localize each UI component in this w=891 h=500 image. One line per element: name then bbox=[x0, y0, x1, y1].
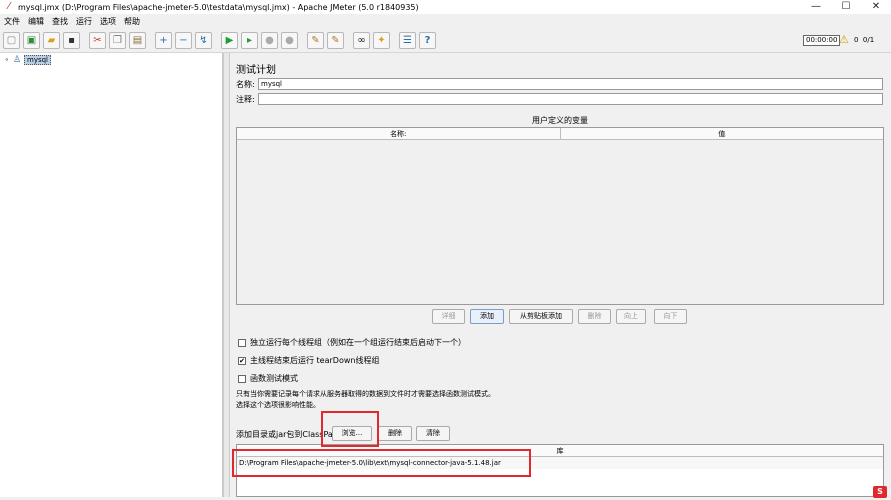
serialize-label: 独立运行每个线程组（例如在一个组运行结束后启动下一个） bbox=[250, 338, 466, 347]
test-plan-panel: 测试计划 名称: mysql 注释: 用户定义的变量 名称: 值 详细 添加 从… bbox=[230, 53, 891, 497]
window-controls: — ☐ ✕ bbox=[801, 0, 891, 14]
warning-icon[interactable]: ⚠ bbox=[839, 33, 849, 46]
pane-splitter[interactable] bbox=[223, 53, 230, 497]
jar-highlight-box bbox=[232, 449, 531, 477]
add-button[interactable]: 添加 bbox=[470, 309, 504, 324]
save-icon[interactable]: ▪ bbox=[63, 32, 80, 49]
toggle-icon[interactable]: ↯ bbox=[195, 32, 212, 49]
tree-node-root[interactable]: ⚬ ♙ mysql bbox=[4, 55, 51, 65]
col-value-header[interactable]: 值 bbox=[561, 128, 884, 139]
menu-bar: 文件 编辑 查找 运行 选项 帮助 bbox=[0, 14, 891, 29]
tree-expander-icon[interactable]: ⚬ bbox=[4, 56, 13, 64]
functional-note-1: 只有当你需要记录每个请求从服务器取得的数据到文件时才需要选择函数测试模式。 bbox=[236, 390, 495, 398]
minimize-button[interactable]: — bbox=[801, 0, 831, 14]
detail-button[interactable]: 详细 bbox=[432, 309, 465, 324]
functional-mode-checkbox[interactable] bbox=[238, 374, 246, 383]
close-button[interactable]: ✕ bbox=[861, 0, 891, 14]
new-icon[interactable]: ▢ bbox=[3, 32, 20, 49]
serialize-option[interactable]: 独立运行每个线程组（例如在一个组运行结束后启动下一个） bbox=[238, 337, 466, 348]
serialize-checkbox[interactable] bbox=[238, 338, 246, 347]
menu-help[interactable]: 帮助 bbox=[124, 16, 140, 27]
elapsed-timer: 00:00:00 bbox=[803, 35, 841, 46]
cut-icon[interactable]: ✂ bbox=[89, 32, 106, 49]
start-no-pause-icon[interactable]: ▸ bbox=[241, 32, 258, 49]
start-icon[interactable]: ▶ bbox=[221, 32, 238, 49]
templates-icon[interactable]: ▣ bbox=[23, 32, 40, 49]
menu-options[interactable]: 选项 bbox=[100, 16, 116, 27]
function-helper-icon[interactable]: ☰ bbox=[399, 32, 416, 49]
user-vars-header: 名称: 值 bbox=[237, 128, 883, 140]
teardown-option[interactable]: ✔ 主线程结束后运行 tearDown线程组 bbox=[238, 355, 379, 366]
menu-search[interactable]: 查找 bbox=[52, 16, 68, 27]
page-title: 测试计划 bbox=[236, 65, 276, 76]
test-plan-icon: ♙ bbox=[13, 55, 22, 65]
add-from-clipboard-button[interactable]: 从剪贴板添加 bbox=[509, 309, 573, 324]
col-name-header[interactable]: 名称: bbox=[237, 128, 561, 139]
comment-input[interactable] bbox=[258, 93, 883, 105]
menu-run[interactable]: 运行 bbox=[76, 16, 92, 27]
name-label: 名称: bbox=[236, 79, 255, 89]
thread-count: 0/1 bbox=[862, 36, 875, 44]
copy-icon[interactable]: ❐ bbox=[109, 32, 126, 49]
down-button[interactable]: 向下 bbox=[654, 309, 687, 324]
maximize-button[interactable]: ☐ bbox=[831, 0, 861, 14]
search-icon[interactable]: ∞ bbox=[353, 32, 370, 49]
comment-label: 注释: bbox=[236, 94, 255, 104]
delete-button[interactable]: 删除 bbox=[578, 309, 611, 324]
error-count: 0 0/1 bbox=[854, 36, 874, 44]
shutdown-icon[interactable]: ● bbox=[281, 32, 298, 49]
title-bar: ⁄ mysql.jmx (D:\Program Files\apache-jme… bbox=[0, 0, 891, 14]
teardown-checkbox[interactable]: ✔ bbox=[238, 356, 246, 365]
reset-search-icon[interactable]: ✦ bbox=[373, 32, 390, 49]
error-count-value: 0 bbox=[854, 36, 859, 44]
comment-row: 注释: bbox=[236, 93, 883, 105]
up-button[interactable]: 向上 bbox=[616, 309, 646, 324]
test-tree: ⚬ ♙ mysql bbox=[0, 53, 223, 497]
user-vars-table[interactable]: 名称: 值 bbox=[236, 127, 884, 305]
toolbar: ▢ ▣ ▰ ▪ ✂ ❐ ▤ + − ↯ ▶ ▸ ● ● ✎ ✎ ∞ ✦ ☰ ? … bbox=[0, 29, 891, 53]
jmeter-feather-icon: ⁄ bbox=[8, 1, 10, 12]
user-vars-title: 用户定义的变量 bbox=[532, 116, 588, 125]
expand-icon[interactable]: + bbox=[155, 32, 172, 49]
stop-icon[interactable]: ● bbox=[261, 32, 278, 49]
classpath-clear-button[interactable]: 清除 bbox=[416, 426, 450, 441]
functional-mode-option[interactable]: 函数测试模式 bbox=[238, 373, 298, 384]
menu-file[interactable]: 文件 bbox=[4, 16, 20, 27]
browse-highlight-box bbox=[321, 411, 379, 447]
open-icon[interactable]: ▰ bbox=[43, 32, 60, 49]
menu-edit[interactable]: 编辑 bbox=[28, 16, 44, 27]
paste-icon[interactable]: ▤ bbox=[129, 32, 146, 49]
window-title: mysql.jmx (D:\Program Files\apache-jmete… bbox=[18, 2, 419, 12]
name-row: 名称: mysql bbox=[236, 78, 883, 90]
name-input[interactable]: mysql bbox=[258, 78, 883, 90]
csdn-logo: S bbox=[873, 486, 887, 498]
help-icon[interactable]: ? bbox=[419, 32, 436, 49]
teardown-label: 主线程结束后运行 tearDown线程组 bbox=[250, 356, 380, 365]
clear-all-icon[interactable]: ✎ bbox=[327, 32, 344, 49]
functional-mode-label: 函数测试模式 bbox=[250, 374, 298, 383]
classpath-delete-button[interactable]: 删除 bbox=[378, 426, 412, 441]
tree-node-label[interactable]: mysql bbox=[24, 55, 51, 65]
clear-icon[interactable]: ✎ bbox=[307, 32, 324, 49]
collapse-icon[interactable]: − bbox=[175, 32, 192, 49]
functional-note-2: 选择这个选项很影响性能。 bbox=[236, 401, 320, 409]
